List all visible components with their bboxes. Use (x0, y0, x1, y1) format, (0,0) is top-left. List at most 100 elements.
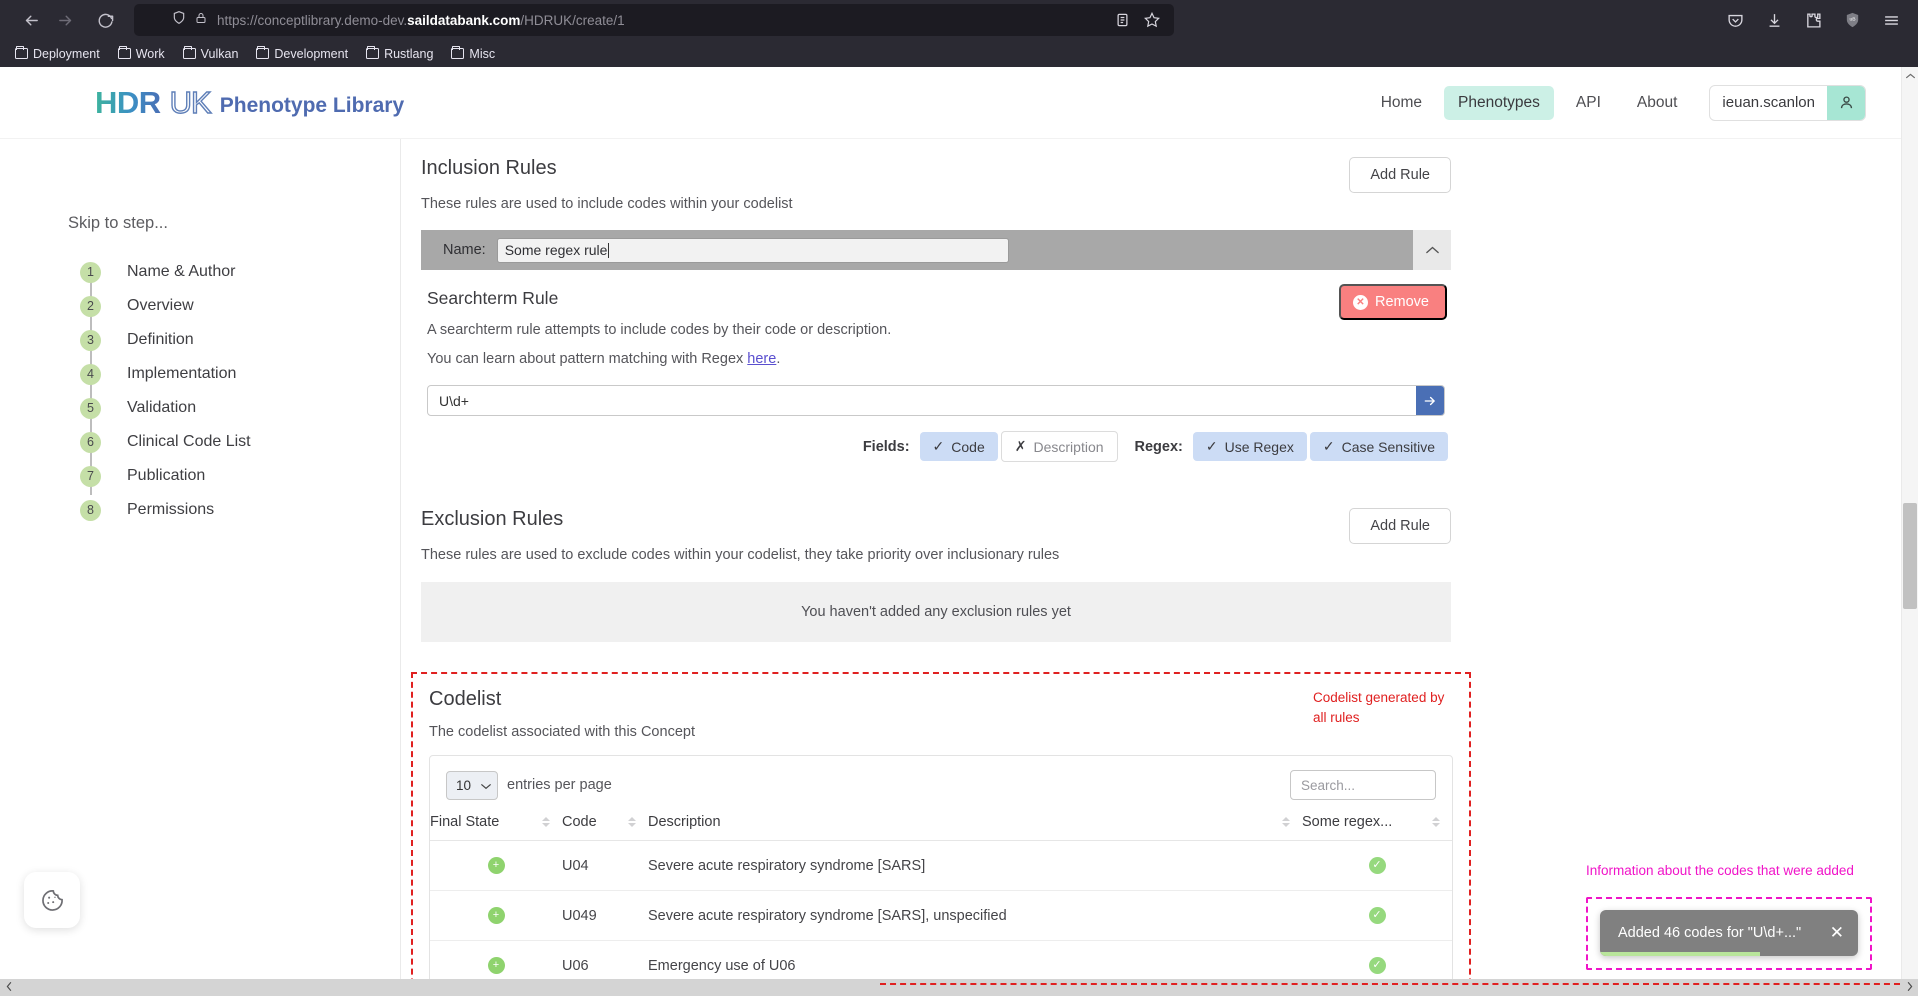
column-label: Code (562, 814, 597, 830)
column-final-state[interactable]: Final State (430, 810, 562, 841)
entries-per-page-select[interactable]: 10 (446, 770, 498, 800)
chip-use-regex[interactable]: ✓ Use Regex (1192, 432, 1307, 461)
check-badge-icon: ✓ (1368, 857, 1386, 874)
check-icon: ✓ (1205, 438, 1218, 454)
account-menu[interactable]: ieuan.scanlon (1709, 84, 1866, 121)
nav-about[interactable]: About (1623, 86, 1692, 120)
plus-badge-icon: + (487, 957, 505, 974)
bookmark-rustlang[interactable]: Rustlang (359, 44, 440, 64)
extension-icon[interactable] (1805, 12, 1822, 29)
chip-case-sensitive[interactable]: ✓ Case Sensitive (1309, 432, 1448, 461)
pocket-icon[interactable] (1727, 12, 1744, 29)
sort-icon (628, 817, 636, 827)
codelist-header: Codelist The codelist associated with th… (429, 688, 1453, 740)
cell-code: U04 (562, 840, 648, 891)
table-header-row: Final State Code Description Some regex.… (430, 810, 1452, 841)
column-description[interactable]: Description (648, 810, 1302, 841)
bookmark-misc[interactable]: Misc (444, 44, 502, 64)
sidebar-item-name-author[interactable]: 1 Name & Author (80, 255, 400, 289)
nav-home[interactable]: Home (1367, 86, 1436, 120)
scroll-up-arrow-icon[interactable] (1902, 67, 1918, 84)
rule-header: Name: Some regex rule (421, 230, 1451, 270)
bookmark-development[interactable]: Development (249, 44, 355, 64)
remove-rule-button[interactable]: ✕ Remove (1339, 284, 1447, 320)
codelist-table-body: + U04 Severe acute respiratory syndrome … (430, 840, 1452, 996)
vertical-scrollbar[interactable] (1901, 67, 1918, 996)
sidebar-item-overview[interactable]: 2 Overview (80, 289, 400, 323)
cookie-icon (41, 889, 63, 911)
vertical-scrollbar-thumb[interactable] (1903, 503, 1917, 609)
arrow-right-icon[interactable] (1416, 386, 1444, 415)
forward-arrow-icon[interactable] (48, 3, 82, 37)
sidebar-item-publication[interactable]: 7 Publication (80, 459, 400, 493)
sort-icon (1282, 817, 1290, 827)
sidebar-item-clinical-code-list[interactable]: 6 Clinical Code List (80, 425, 400, 459)
sidebar-item-permissions[interactable]: 8 Permissions (80, 493, 400, 527)
rule-body: Searchterm Rule A searchterm rule attemp… (421, 270, 1451, 462)
cell-description: Severe acute respiratory syndrome [SARS] (648, 840, 1302, 891)
regex-help-link[interactable]: here (747, 351, 776, 367)
entries-per-page-label: entries per page (507, 777, 612, 793)
horizontal-scrollbar[interactable] (0, 979, 1918, 996)
site-logo[interactable]: HDR UK Phenotype Library (95, 85, 404, 120)
inclusion-rule-card: Name: Some regex rule Searchterm Rule A … (421, 230, 1451, 462)
rule-name-value: Some regex rule (504, 242, 608, 258)
rule-name-input[interactable]: Some regex rule (496, 237, 1009, 263)
cell-rule-match: ✓ (1302, 840, 1452, 891)
cell-final-state: + (430, 840, 562, 891)
reload-icon[interactable] (88, 3, 122, 37)
searchterm-input[interactable]: U\d+ (428, 386, 1416, 415)
chip-description[interactable]: ✗ Description (1000, 431, 1118, 462)
codelist-search-input[interactable]: Search... (1290, 770, 1436, 800)
scroll-left-arrow-icon[interactable] (0, 982, 17, 993)
scroll-right-arrow-icon[interactable] (1901, 982, 1918, 993)
sidebar-item-definition[interactable]: 3 Definition (80, 323, 400, 357)
add-exclusion-rule-button[interactable]: Add Rule (1349, 508, 1451, 544)
table-row[interactable]: + U04 Severe acute respiratory syndrome … (430, 840, 1452, 891)
chevron-up-icon[interactable] (1413, 230, 1451, 270)
bookmark-deployment[interactable]: Deployment (8, 44, 107, 64)
searchterm-rule-title: Searchterm Rule (427, 288, 559, 308)
toast-notification: Added 46 codes for "U\d+..." ✕ (1600, 910, 1858, 956)
cookie-settings-button[interactable] (24, 872, 80, 928)
toast-annotation-text: Information about the codes that were ad… (1586, 862, 1854, 878)
sort-icon (542, 817, 550, 827)
bookmark-label: Deployment (33, 46, 100, 61)
column-label: Some regex... (1302, 814, 1393, 830)
step-number: 2 (80, 295, 101, 317)
column-code[interactable]: Code (562, 810, 648, 841)
step-label: Overview (127, 297, 194, 314)
exclusion-empty-state: You haven't added any exclusion rules ye… (421, 582, 1451, 642)
close-icon: ✕ (1353, 294, 1368, 310)
back-arrow-icon[interactable] (14, 3, 48, 37)
table-row[interactable]: + U049 Severe acute respiratory syndrome… (430, 890, 1452, 941)
downloads-icon[interactable] (1766, 12, 1783, 29)
nav-api[interactable]: API (1562, 86, 1615, 120)
account-name: ieuan.scanlon (1722, 94, 1815, 111)
reader-mode-icon[interactable] (1115, 12, 1130, 28)
plus-badge-icon: + (487, 857, 505, 874)
folder-icon (15, 45, 28, 59)
nav-phenotypes[interactable]: Phenotypes (1444, 85, 1554, 120)
sidebar-item-validation[interactable]: 5 Validation (80, 391, 400, 425)
searchterm-input-row: U\d+ (427, 385, 1445, 416)
bookmark-star-icon[interactable] (1144, 12, 1160, 28)
bookmark-vulkan[interactable]: Vulkan (176, 44, 246, 64)
bookmark-work[interactable]: Work (111, 44, 172, 64)
step-number: 5 (80, 397, 101, 419)
add-inclusion-rule-button[interactable]: Add Rule (1349, 157, 1451, 193)
step-number: 1 (80, 261, 101, 283)
ublock-shield-icon[interactable]: uB (1844, 11, 1861, 29)
sidebar-item-implementation[interactable]: 4 Implementation (80, 357, 400, 391)
shield-icon (172, 10, 186, 30)
inclusion-rules-header: Inclusion Rules These rules are used to … (421, 157, 1451, 212)
chip-code[interactable]: ✓ Code (919, 432, 998, 461)
logo-uk-text: UK (169, 85, 212, 120)
menu-hamburger-icon[interactable] (1883, 12, 1900, 29)
close-icon[interactable]: ✕ (1818, 923, 1844, 943)
address-bar[interactable]: https://conceptlibrary.demo-dev.saildata… (134, 4, 1174, 36)
step-number: 8 (80, 499, 101, 521)
column-some-regex[interactable]: Some regex... (1302, 810, 1452, 841)
folder-icon (451, 45, 465, 59)
cell-description: Severe acute respiratory syndrome [SARS]… (648, 890, 1302, 941)
